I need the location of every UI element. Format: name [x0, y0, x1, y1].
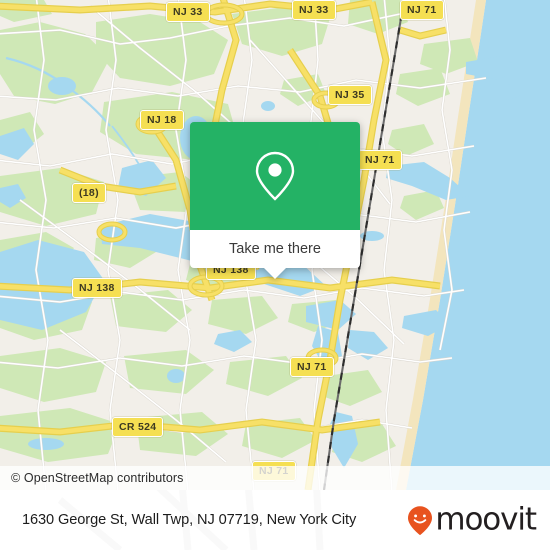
- road-shield-nj-71-top: NJ 71: [400, 0, 444, 20]
- take-me-there-label: Take me there: [229, 241, 321, 257]
- moovit-wordmark: moovit: [435, 501, 537, 538]
- road-shield-nj-71-mid: NJ 71: [358, 150, 402, 170]
- moovit-logo[interactable]: moovit: [407, 501, 537, 538]
- map-pin-icon: [255, 151, 295, 201]
- osm-attribution-text: © OpenStreetMap contributors: [11, 471, 184, 485]
- moovit-map-screenshot: NJ 33 NJ 33 NJ 71 NJ 35 NJ 18 NJ 71 (18)…: [0, 0, 550, 550]
- osm-attribution-bar: © OpenStreetMap contributors: [0, 466, 550, 490]
- location-address: 1630 George St, Wall Twp, NJ 07719, New …: [22, 512, 357, 528]
- road-shield-nj-35: NJ 35: [328, 85, 372, 105]
- road-shield-nj-33-top: NJ 33: [166, 2, 210, 22]
- road-shield-nj-138-left: NJ 138: [72, 278, 122, 298]
- road-shield-nj-18: NJ 18: [140, 110, 184, 130]
- popup-tail: [264, 268, 286, 279]
- moovit-smiley-pin-icon: [408, 505, 433, 535]
- road-shield-cr-524: CR 524: [112, 417, 164, 437]
- road-shield-18: (18): [72, 183, 106, 203]
- map-canvas[interactable]: NJ 33 NJ 33 NJ 71 NJ 35 NJ 18 NJ 71 (18)…: [0, 0, 550, 490]
- popup-action-bar[interactable]: Take me there: [190, 230, 360, 279]
- map-popup[interactable]: Take me there: [190, 122, 360, 279]
- road-shield-nj-71-lower: NJ 71: [290, 357, 334, 377]
- popup-icon-panel: [190, 122, 360, 230]
- road-shield-nj-33-upper: NJ 33: [292, 0, 336, 20]
- footer-bar: 1630 George St, Wall Twp, NJ 07719, New …: [0, 490, 550, 550]
